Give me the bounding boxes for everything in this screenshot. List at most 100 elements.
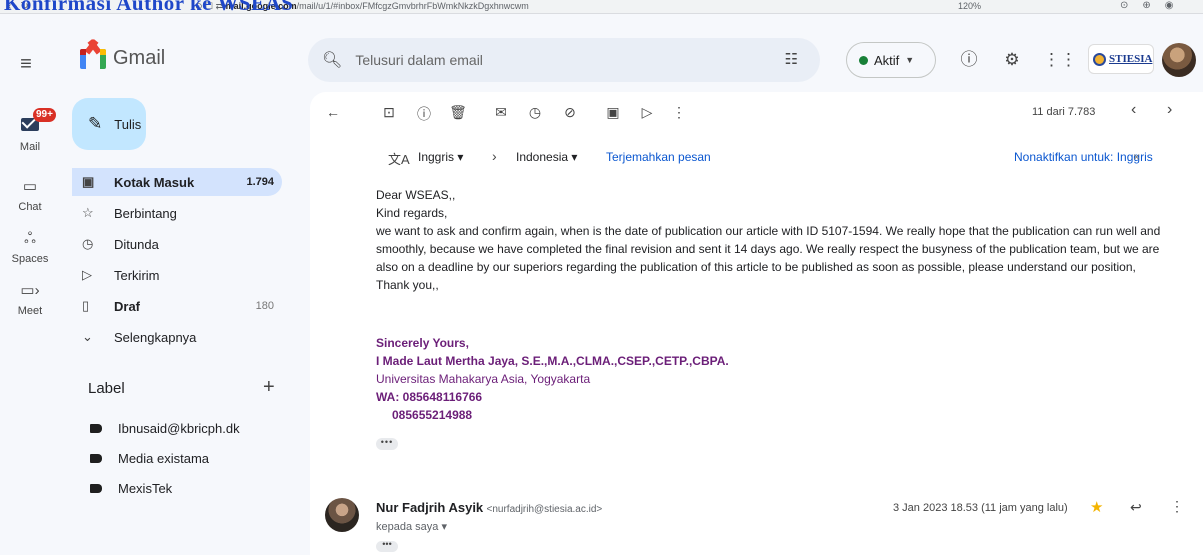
nav-item-snoozed[interactable]: ◷ Ditunda xyxy=(72,230,282,258)
source-language: Inggris xyxy=(418,150,455,164)
close-icon[interactable]: × xyxy=(1133,150,1140,164)
recipient-details[interactable]: kepada saya ▾ xyxy=(376,520,447,533)
pencil-icon: ✎ xyxy=(88,114,103,133)
rail-mail[interactable]: 99+ Mail xyxy=(0,108,60,153)
expand-message-button[interactable]: ••• xyxy=(376,540,398,552)
email-thanks: Thank you,, xyxy=(376,278,439,292)
nav-item-label: Draf xyxy=(114,298,141,314)
search-filter-icon[interactable]: ☷ xyxy=(785,50,798,68)
caret-down-icon: ▼ xyxy=(905,55,915,65)
app-rail: ≡ 99+ Mail ▭ Chat ஃ Spaces ▭› Meet xyxy=(0,14,60,555)
nav-item-starred[interactable]: ☆ Berbintang xyxy=(72,199,282,227)
browser-extension-icons[interactable]: ⊙⊕◉ xyxy=(1120,0,1187,11)
star-icon: ☆ xyxy=(82,205,94,220)
target-language: Indonesia xyxy=(516,150,569,164)
label-item[interactable]: Media existama xyxy=(72,444,282,472)
signature-closing: Sincerely Yours, xyxy=(376,336,469,350)
message-date: 3 Jan 2023 18.53 (11 jam yang lalu) xyxy=(893,502,1068,514)
email-greeting: Dear WSEAS,, xyxy=(376,188,456,202)
label-tag-icon xyxy=(90,453,102,463)
signature-name: I Made Laut Mertha Jaya, S.E.,M.A.,CLMA.… xyxy=(376,354,729,368)
unread-badge: 99+ xyxy=(33,108,56,122)
status-label: Aktif xyxy=(874,52,900,68)
help-icon[interactable]: ⓘ xyxy=(957,48,981,72)
search-input[interactable] xyxy=(355,52,756,68)
translate-bar: 文A Inggris ▾ › Indonesia ▾ Terjemahkan p… xyxy=(388,148,1153,168)
folder-list: ▣ Kotak Masuk 1.794 ☆ Berbintang ◷ Ditun… xyxy=(72,168,282,354)
delete-icon[interactable]: 🗑︎ xyxy=(448,104,468,121)
label-item[interactable]: Ibnusaid@kbricph.dk xyxy=(72,414,282,442)
compose-label: Tulis xyxy=(114,116,142,132)
nav-item-count: 180 xyxy=(255,300,274,312)
rail-mail-label: Mail xyxy=(19,141,41,153)
starred-icon[interactable]: ★ xyxy=(1090,498,1103,516)
account-avatar[interactable] xyxy=(1162,43,1196,77)
reply-icon[interactable]: ↩ xyxy=(1130,499,1142,516)
settings-gear-icon[interactable]: ⚙ xyxy=(1000,48,1024,72)
pagination-text: 11 dari 7.783 xyxy=(1032,106,1096,118)
previous-icon[interactable]: ‹ xyxy=(1131,101,1136,119)
sender-name[interactable]: Nur Fadjrih Asyik xyxy=(376,500,483,515)
rail-chat[interactable]: ▭ Chat xyxy=(0,176,60,213)
nav-item-label: Selengkapnya xyxy=(114,329,197,345)
email-paragraph: we want to ask and confirm again, when i… xyxy=(376,224,1161,274)
zoom-level[interactable]: 120% xyxy=(958,1,981,11)
label-item-text: MexisTek xyxy=(118,480,173,496)
nav-item-more[interactable]: ⌄ Selengkapnya xyxy=(72,323,282,351)
chevron-down-icon: ⌄ xyxy=(82,329,93,344)
disable-translation-link[interactable]: Nonaktifkan untuk: Inggris xyxy=(1014,150,1153,164)
browser-toolbar: ‹ › ↻ ⊙ ☐ ⇄ mail.google.com/mail/u/1/#in… xyxy=(0,0,1203,14)
sender-email: <nurfadjrih@stiesia.ac.id> xyxy=(486,504,603,515)
nav-item-drafts[interactable]: ▯ Draf 180 xyxy=(72,292,282,320)
label-item[interactable]: MexisTek xyxy=(72,474,282,502)
label-tag-icon xyxy=(90,483,102,493)
overlay-title: Konfirmasi Author ke WSEAS xyxy=(4,0,294,14)
add-label-icon[interactable]: + xyxy=(263,376,275,399)
sender-avatar[interactable] xyxy=(325,498,359,532)
signature-whatsapp-2: 085655214988 xyxy=(392,408,473,422)
email-body: Dear WSEAS,, Kind regards, we want to as… xyxy=(376,186,1184,294)
compose-button[interactable]: ✎ Tulis xyxy=(72,98,146,150)
apps-grid-icon[interactable]: ⋮⋮ xyxy=(1043,48,1077,72)
nav-item-inbox[interactable]: ▣ Kotak Masuk 1.794 xyxy=(72,168,282,196)
rail-spaces[interactable]: ஃ Spaces xyxy=(0,228,60,265)
archive-icon[interactable]: ⊡ xyxy=(379,104,399,121)
status-dropdown[interactable]: Aktif ▼ xyxy=(846,42,936,78)
target-language-select[interactable]: Indonesia ▾ xyxy=(516,150,577,164)
url-path: /mail/u/1/#inbox/FMfcgzGmvbrhrFbWmkNkzkD… xyxy=(296,1,529,11)
next-icon[interactable]: › xyxy=(1167,101,1172,119)
search-icon[interactable]: 🔍︎ xyxy=(322,50,342,70)
gmail-logo[interactable]: Gmail xyxy=(80,38,165,70)
nav-item-label: Berbintang xyxy=(114,205,177,221)
rail-chat-label: Chat xyxy=(18,201,42,213)
arrow-right-icon: › xyxy=(492,148,497,164)
add-task-icon[interactable]: ⊘ xyxy=(560,104,580,121)
nav-item-label: Ditunda xyxy=(114,236,159,252)
move-to-icon[interactable]: ▣ xyxy=(603,104,623,121)
show-trimmed-content-button[interactable]: ••• xyxy=(376,438,398,450)
snooze-icon[interactable]: ◷ xyxy=(525,104,545,121)
main-menu-icon[interactable]: ≡ xyxy=(14,52,38,76)
rail-meet-label: Meet xyxy=(17,305,43,317)
nav-item-sent[interactable]: ▷ Terkirim xyxy=(72,261,282,289)
label-icon[interactable]: ▷ xyxy=(637,104,657,121)
signature-affiliation: Universitas Mahakarya Asia, Yogyakarta xyxy=(376,372,591,386)
mail-icon: 99+ xyxy=(11,108,56,138)
label-item-text: Ibnusaid@kbricph.dk xyxy=(118,420,240,436)
translate-icon: 文A xyxy=(388,152,410,167)
back-arrow-icon[interactable]: ← xyxy=(323,104,343,120)
email-signature: Sincerely Yours, I Made Laut Mertha Jaya… xyxy=(376,334,729,424)
status-dot xyxy=(859,55,868,65)
message-more-icon[interactable]: ⋮ xyxy=(1170,498,1184,515)
source-language-select[interactable]: Inggris ▾ xyxy=(418,150,463,164)
mark-unread-icon[interactable]: ✉ xyxy=(491,104,511,121)
label-tag-icon xyxy=(90,423,102,433)
translate-message-link[interactable]: Terjemahkan pesan xyxy=(606,150,711,164)
organization-logo[interactable]: STIESIA xyxy=(1088,44,1154,74)
report-spam-icon[interactable]: ⓘ xyxy=(414,104,434,124)
more-vert-icon[interactable]: ⋮ xyxy=(669,104,689,121)
chat-icon: ▭ xyxy=(22,178,38,195)
rail-meet[interactable]: ▭› Meet xyxy=(0,280,60,317)
inbox-icon: ▣ xyxy=(82,174,95,189)
nav-item-label: Kotak Masuk xyxy=(114,174,195,190)
